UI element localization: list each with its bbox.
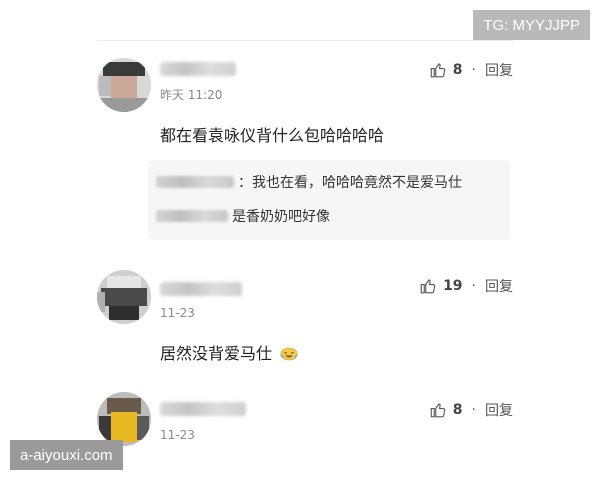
crying-laughing-emoji-icon — [280, 347, 298, 361]
comment-text: 都在看袁咏仪背什么包哈哈哈哈 — [160, 126, 385, 145]
like-count: 8 — [452, 402, 463, 418]
username-blurred[interactable] — [160, 62, 236, 76]
thumbs-up-icon[interactable] — [429, 61, 447, 79]
comment-text: 居然没背爱马仕 — [160, 340, 298, 364]
comment-actions: 8 · 回复 — [429, 60, 513, 80]
username-blurred[interactable] — [160, 402, 246, 416]
reply-item[interactable]: 是香奶奶吧好像 — [156, 206, 330, 226]
separator-dot: · — [471, 402, 476, 418]
top-divider — [97, 40, 513, 41]
avatar[interactable] — [97, 58, 151, 112]
avatar[interactable] — [97, 270, 151, 324]
comment-time: 11-23 — [160, 428, 195, 442]
thumbs-up-icon[interactable] — [429, 401, 447, 419]
reply-button[interactable]: 回复 — [485, 60, 513, 80]
comment-item: 11-23 19 · 回复 居然没背爱马仕 — [97, 270, 513, 370]
reply-button[interactable]: 回复 — [485, 400, 513, 420]
comment-actions: 19 · 回复 — [419, 276, 513, 296]
username-blurred[interactable] — [160, 282, 242, 296]
reply-item[interactable]: ：我也在看，哈哈哈竟然不是爱马仕 — [156, 172, 462, 192]
reply-text: ：我也在看，哈哈哈竟然不是爱马仕 — [238, 175, 462, 191]
avatar[interactable] — [97, 392, 151, 446]
site-watermark: a-aiyouxi.com — [10, 440, 123, 470]
tg-watermark: TG: MYYJJPP — [473, 10, 590, 40]
reply-list: ：我也在看，哈哈哈竟然不是爱马仕 是香奶奶吧好像 — [148, 160, 510, 240]
reply-text: 是香奶奶吧好像 — [232, 209, 330, 225]
like-count: 8 — [452, 62, 463, 78]
reply-username-blurred[interactable] — [156, 176, 234, 188]
separator-dot: · — [471, 278, 476, 294]
comment-text-content: 居然没背爱马仕 — [160, 344, 273, 363]
reply-username-blurred[interactable] — [156, 210, 228, 222]
separator-dot: · — [471, 62, 476, 78]
comment-time: 昨天 11:20 — [160, 88, 223, 102]
thumbs-up-icon[interactable] — [419, 277, 437, 295]
comment-actions: 8 · 回复 — [429, 400, 513, 420]
comment-time: 11-23 — [160, 306, 195, 320]
comment-item: 昨天 11:20 8 · 回复 都在看袁咏仪背什么包哈哈哈哈 ：我也在看，哈哈哈… — [97, 58, 513, 248]
comment-item: 11-23 8 · 回复 — [97, 392, 513, 452]
reply-button[interactable]: 回复 — [485, 276, 513, 296]
like-count: 19 — [443, 278, 463, 294]
